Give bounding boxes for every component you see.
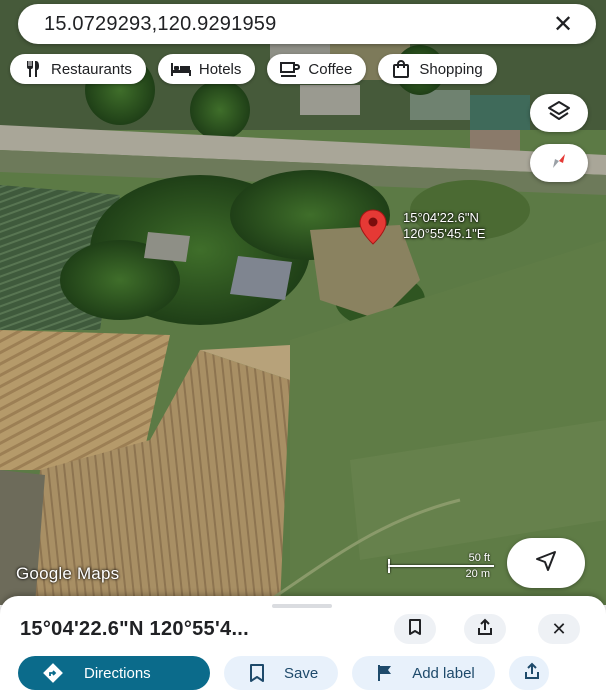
save-icon-button[interactable]	[394, 614, 436, 644]
chip-label: Hotels	[198, 60, 242, 78]
compass-icon	[548, 150, 570, 177]
close-sheet-button[interactable]: ✕	[538, 614, 580, 644]
layers-button[interactable]	[530, 94, 588, 132]
place-bottom-sheet[interactable]: 15°04'22.6"N 120°55'4... ✕ Directions Sa…	[0, 596, 606, 695]
scale-imperial: 50 ft	[468, 552, 490, 564]
bookmark-icon	[407, 618, 423, 641]
marker-coordinates: 15°04'22.6"N 120°55'45.1"E	[403, 210, 485, 242]
satellite-map[interactable]: 15.0729293,120.9291959 ✕ Restaurants Hot…	[0, 0, 606, 605]
chip-label: Restaurants	[51, 60, 132, 78]
bed-icon	[170, 60, 192, 78]
chip-coffee[interactable]: Coffee	[267, 54, 367, 84]
flag-icon	[374, 662, 396, 684]
google-maps-logo: Google Maps	[16, 564, 120, 583]
category-chips: Restaurants Hotels Coffee Shopping	[10, 54, 497, 84]
close-icon[interactable]: ✕	[548, 9, 578, 39]
share-icon	[476, 618, 494, 641]
directions-icon	[42, 662, 64, 684]
chip-restaurants[interactable]: Restaurants	[10, 54, 146, 84]
add-label-button[interactable]: Add label	[352, 656, 495, 690]
compass-button[interactable]	[530, 144, 588, 182]
sheet-drag-handle[interactable]	[272, 604, 332, 608]
save-label: Save	[284, 664, 319, 682]
save-button[interactable]: Save	[224, 656, 339, 690]
share-icon-button[interactable]	[464, 614, 506, 644]
chip-shopping[interactable]: Shopping	[378, 54, 497, 84]
shopping-bag-icon	[390, 60, 412, 78]
search-input[interactable]: 15.0729293,120.9291959	[44, 13, 548, 36]
navigate-button[interactable]	[507, 538, 585, 588]
satellite-imagery	[0, 0, 606, 605]
share-action-button[interactable]	[508, 656, 549, 690]
share-icon	[523, 662, 541, 684]
scale-metric: 20 m	[465, 568, 490, 580]
chip-hotels[interactable]: Hotels	[157, 54, 256, 84]
scale-bar	[388, 565, 494, 567]
directions-label: Directions	[84, 664, 151, 682]
map-scale: 50 ft 20 m	[388, 552, 494, 580]
bookmark-icon	[246, 662, 268, 684]
location-pin-icon[interactable]	[356, 208, 390, 248]
add-label-label: Add label	[412, 664, 475, 682]
directions-button[interactable]: Directions	[18, 656, 210, 690]
navigation-arrow-icon	[534, 549, 558, 578]
search-bar[interactable]: 15.0729293,120.9291959 ✕	[18, 4, 596, 44]
close-icon: ✕	[551, 618, 567, 639]
chip-label: Coffee	[308, 60, 353, 78]
coffee-cup-icon	[279, 60, 301, 78]
chip-label: Shopping	[419, 60, 483, 78]
action-buttons: Directions Save Add label	[18, 656, 549, 690]
place-title: 15°04'22.6"N 120°55'4...	[20, 618, 250, 640]
layers-icon	[547, 100, 571, 127]
marker-longitude: 120°55'45.1"E	[403, 226, 486, 241]
fork-knife-icon	[22, 60, 44, 78]
marker-latitude: 15°04'22.6"N	[403, 210, 479, 225]
